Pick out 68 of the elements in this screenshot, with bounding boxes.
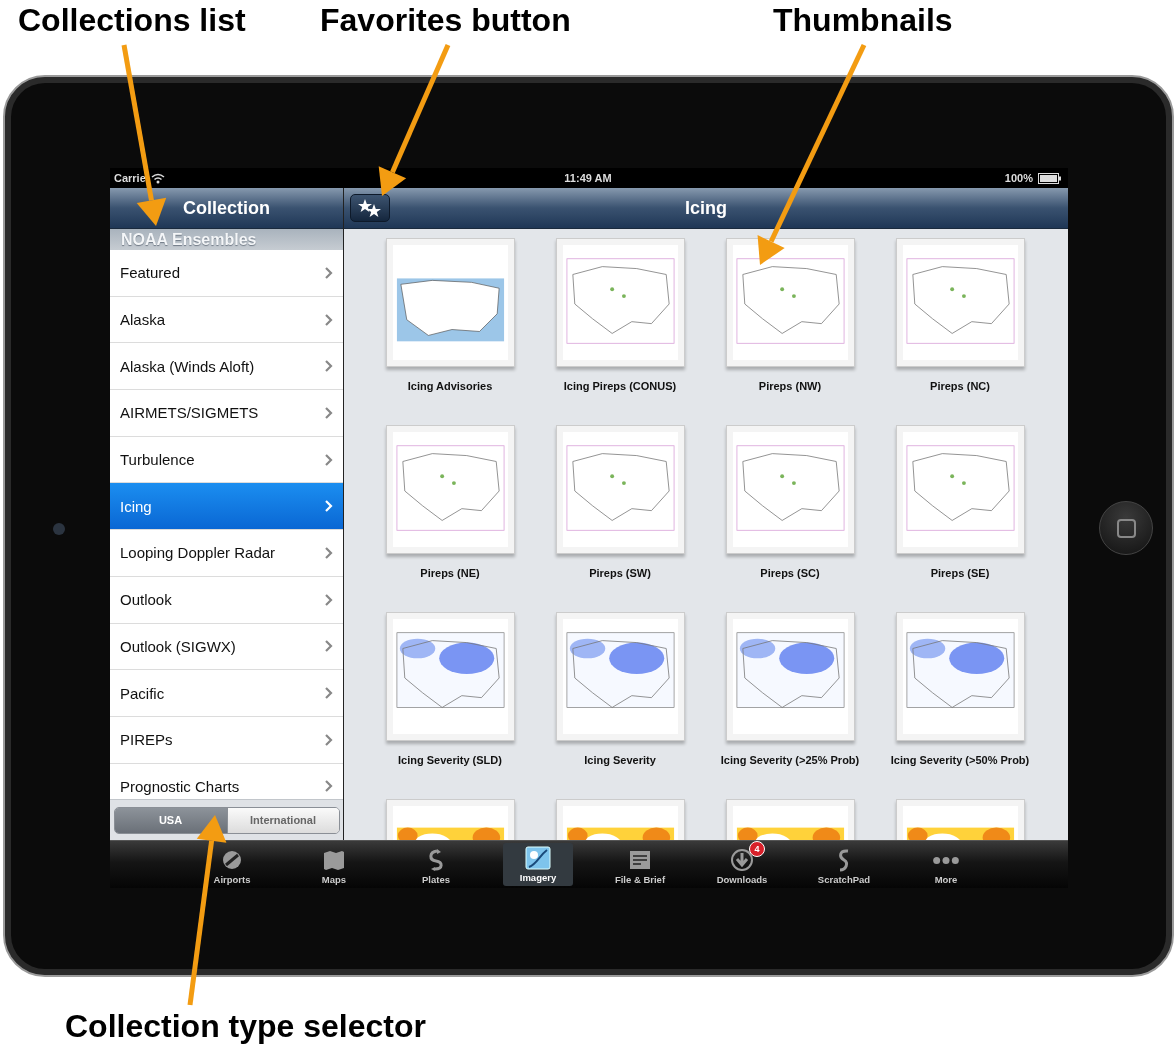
tab-bar-item[interactable]: More [895, 841, 997, 888]
chevron-icon [325, 360, 333, 373]
sidebar-title: Collection [183, 197, 270, 219]
chart-thumbnail[interactable] [895, 238, 1025, 367]
favorites-button[interactable] [350, 194, 390, 222]
stars-icon [357, 198, 383, 218]
tab-bar-item[interactable]: Imagery [503, 843, 573, 886]
chart-thumbnail[interactable] [385, 612, 515, 741]
thumbnail-caption: Pireps (NE) [419, 566, 481, 581]
tab-bar-item[interactable]: Airports [181, 841, 283, 888]
annotation-label: Thumbnails [773, 2, 953, 39]
chevron-icon [325, 266, 333, 279]
status-time: 11:49 AM [564, 172, 612, 184]
tab-bar-item[interactable]: Downloads 4 [691, 841, 793, 888]
chevron-icon [325, 406, 333, 419]
thumbnail-caption: Pireps (SW) [588, 566, 652, 581]
more-dots-icon [933, 857, 959, 864]
thumbnail-caption: Icing Severity [583, 753, 657, 768]
chart-thumbnail[interactable] [385, 238, 515, 367]
annotation-label: Collection type selector [65, 1008, 426, 1045]
chevron-icon [325, 313, 333, 326]
thumbnail-caption: Icing Severity (>50% Prob) [890, 753, 1030, 768]
page-title: Icing [685, 197, 727, 219]
chart-thumbnail[interactable] [895, 425, 1025, 554]
tab-bar-item[interactable]: File & Brief [589, 841, 691, 888]
chevron-icon [325, 593, 333, 606]
wifi-icon [150, 172, 165, 184]
chart-thumbnail[interactable] [555, 425, 685, 554]
chart-thumbnail[interactable] [895, 612, 1025, 741]
chevron-icon [325, 687, 333, 700]
segment-button[interactable]: International [226, 807, 339, 833]
thumbnail-caption: Pireps (SC) [759, 566, 821, 581]
section-header: NOAA Ensembles [110, 229, 343, 250]
chart-thumbnail[interactable] [385, 425, 515, 554]
notification-badge: 4 [749, 841, 765, 857]
chevron-icon [325, 640, 333, 653]
battery-percent: 100% [1004, 172, 1033, 184]
segment-button[interactable]: USA [114, 807, 227, 833]
chevron-icon [325, 500, 333, 513]
downloads-tab-icon [729, 848, 755, 872]
thumbnail-caption: Icing Pireps (CONUS) [562, 379, 678, 394]
tab-bar-item[interactable]: Plates [385, 841, 487, 888]
imagery-tab-icon [525, 846, 551, 870]
thumbnail-caption: Pireps (NC) [929, 379, 991, 394]
tab-bar-item[interactable]: Maps [283, 841, 385, 888]
annotation-label: Favorites button [320, 2, 571, 39]
thumbnail-caption: Icing Severity (SLD) [397, 753, 503, 768]
chevron-icon [325, 780, 333, 793]
home-button[interactable] [1099, 501, 1153, 555]
chart-thumbnail[interactable] [725, 425, 855, 554]
chart-thumbnail[interactable] [725, 238, 855, 367]
file-tab-icon [627, 848, 653, 872]
chart-thumbnail[interactable] [725, 612, 855, 741]
camera-dot [53, 523, 65, 535]
chevron-icon [325, 733, 333, 746]
thumbnail-caption: Icing Advisories [406, 379, 494, 394]
battery-icon [1038, 172, 1062, 184]
chevron-icon [325, 546, 333, 559]
thumbnail-caption: Pireps (SE) [929, 566, 991, 581]
chart-thumbnail[interactable] [555, 238, 685, 367]
tab-bar-item[interactable]: ScratchPad [793, 841, 895, 888]
thumbnail-caption: Pireps (NW) [757, 379, 823, 394]
collection-item[interactable]: Icing [110, 483, 343, 531]
annotation-label: Collections list [18, 2, 246, 39]
chart-thumbnail[interactable] [555, 612, 685, 741]
chevron-icon [325, 453, 333, 466]
maps-tab-icon [321, 848, 347, 872]
thumbnail-caption: Icing Severity (>25% Prob) [720, 753, 860, 768]
